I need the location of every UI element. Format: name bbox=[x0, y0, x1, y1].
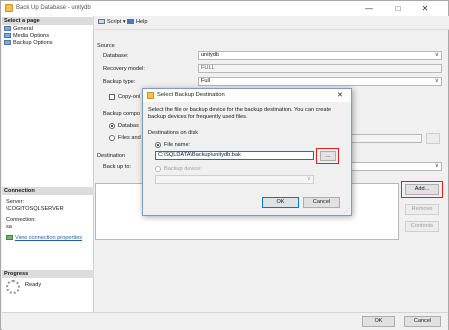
backup-to-select[interactable]: ∨ bbox=[351, 162, 442, 171]
help-label: Help bbox=[136, 19, 148, 25]
files-radio-label: Files and bbox=[118, 135, 141, 141]
backup-type-value: Full bbox=[201, 78, 211, 84]
dialog-close-button[interactable]: ✕ bbox=[337, 91, 343, 99]
database-backup-icon bbox=[5, 4, 13, 12]
copy-only-checkbox[interactable] bbox=[109, 94, 115, 100]
maximize-button[interactable]: □ bbox=[387, 2, 409, 15]
page-item-label: Backup Options bbox=[13, 40, 53, 46]
page-icon bbox=[4, 33, 11, 38]
add-button-highlight bbox=[401, 181, 443, 198]
recovery-model-value: FULL bbox=[201, 65, 215, 71]
dialog-ok-button[interactable]: OK bbox=[262, 197, 299, 208]
backup-database-window: Back Up Database - unitydb — □ ✕ Select … bbox=[0, 0, 449, 330]
dialog-title-bar: Select Backup Destination ✕ bbox=[143, 89, 351, 102]
page-item-label: Media Options bbox=[13, 33, 50, 39]
help-button[interactable]: Help bbox=[127, 19, 148, 27]
chevron-down-icon: ▾ bbox=[122, 19, 126, 25]
toolbar: Script ▾ Help bbox=[95, 16, 449, 30]
select-backup-destination-dialog: Select Backup Destination ✕ Select the f… bbox=[142, 88, 352, 216]
remove-button[interactable]: Remove bbox=[405, 204, 439, 215]
backup-device-radio[interactable] bbox=[155, 166, 161, 172]
server-value: \COGITOSQLSERVER bbox=[6, 206, 64, 212]
dialog-backup-icon bbox=[147, 92, 154, 99]
database-select[interactable]: unitydb ∨ bbox=[198, 51, 442, 60]
ok-button[interactable]: OK bbox=[362, 316, 395, 327]
files-radio[interactable] bbox=[109, 135, 115, 141]
file-name-radio[interactable] bbox=[155, 142, 161, 148]
footer-bar: OK Cancel bbox=[2, 312, 448, 330]
page-item-backup-options[interactable]: Backup Options bbox=[4, 40, 53, 47]
chevron-down-icon: ∨ bbox=[434, 52, 439, 58]
dialog-cancel-button[interactable]: Cancel bbox=[303, 197, 340, 208]
backup-to-label: Back up to: bbox=[103, 164, 131, 170]
page-item-media-options[interactable]: Media Options bbox=[4, 33, 49, 40]
minimize-button[interactable]: — bbox=[358, 2, 380, 15]
chevron-down-icon: ∨ bbox=[306, 176, 311, 182]
close-button[interactable]: ✕ bbox=[414, 2, 436, 15]
backup-component-label: Backup compo bbox=[103, 111, 141, 117]
dialog-title: Select Backup Destination bbox=[157, 92, 225, 98]
window-title: Back Up Database - unitydb bbox=[16, 5, 91, 11]
database-value: unitydb bbox=[201, 52, 220, 58]
database-label: Database: bbox=[103, 53, 129, 59]
files-field bbox=[341, 134, 422, 143]
dialog-description: Select the file or backup device for the… bbox=[148, 107, 332, 120]
browse-button-highlight bbox=[316, 148, 339, 164]
chevron-down-icon: ∨ bbox=[434, 163, 439, 169]
cancel-button[interactable]: Cancel bbox=[404, 316, 441, 327]
database-radio-label: Databas bbox=[118, 123, 139, 129]
script-label: Script bbox=[107, 19, 122, 25]
server-label: Server: bbox=[6, 199, 25, 205]
view-connection-properties-link[interactable]: View connection properties bbox=[15, 235, 82, 241]
database-radio[interactable] bbox=[109, 123, 115, 129]
connection-value: sa bbox=[6, 224, 12, 230]
contents-button[interactable]: Contents bbox=[405, 221, 439, 232]
connection-properties-icon bbox=[6, 235, 13, 240]
chevron-down-icon: ∨ bbox=[434, 78, 439, 84]
file-name-input[interactable]: C:\SQLDATA\Backup\unitydb.bak bbox=[155, 151, 314, 160]
recovery-model-field: FULL bbox=[198, 64, 442, 73]
page-item-label: General bbox=[13, 26, 33, 32]
title-bar: Back Up Database - unitydb — □ ✕ bbox=[1, 1, 448, 16]
script-button[interactable]: Script ▾ bbox=[98, 19, 126, 27]
view-connection-properties[interactable]: View connection properties bbox=[6, 235, 82, 241]
source-section-label: Source bbox=[97, 43, 115, 49]
progress-status: Ready bbox=[25, 282, 42, 288]
left-pane: Select a page General Media Options Back… bbox=[2, 16, 94, 312]
progress-spinner-icon bbox=[6, 280, 20, 294]
destination-section-label: Destination bbox=[97, 153, 125, 159]
destinations-on-disk-label: Destinations on disk bbox=[148, 130, 199, 136]
page-item-general[interactable]: General bbox=[4, 26, 33, 33]
page-icon bbox=[4, 26, 11, 31]
backup-type-select[interactable]: Full ∨ bbox=[198, 77, 442, 86]
resize-grip-icon[interactable]: ⋰ bbox=[344, 208, 349, 214]
backup-type-label: Backup type: bbox=[103, 79, 136, 85]
files-browse-button[interactable] bbox=[426, 133, 440, 144]
backup-device-label: Backup device: bbox=[164, 166, 202, 172]
select-page-header: Select a page bbox=[2, 17, 94, 25]
help-icon bbox=[127, 19, 134, 24]
page-icon bbox=[4, 40, 11, 45]
file-name-label: File name: bbox=[164, 142, 191, 148]
copy-only-label: Copy-onl bbox=[118, 94, 141, 100]
recovery-model-label: Recovery model: bbox=[103, 66, 145, 72]
backup-device-select[interactable]: ∨ bbox=[155, 175, 314, 184]
connection-header: Connection bbox=[2, 187, 94, 195]
script-icon bbox=[98, 19, 105, 24]
connection-label: Connection: bbox=[6, 217, 36, 223]
progress-header: Progress bbox=[2, 270, 94, 278]
